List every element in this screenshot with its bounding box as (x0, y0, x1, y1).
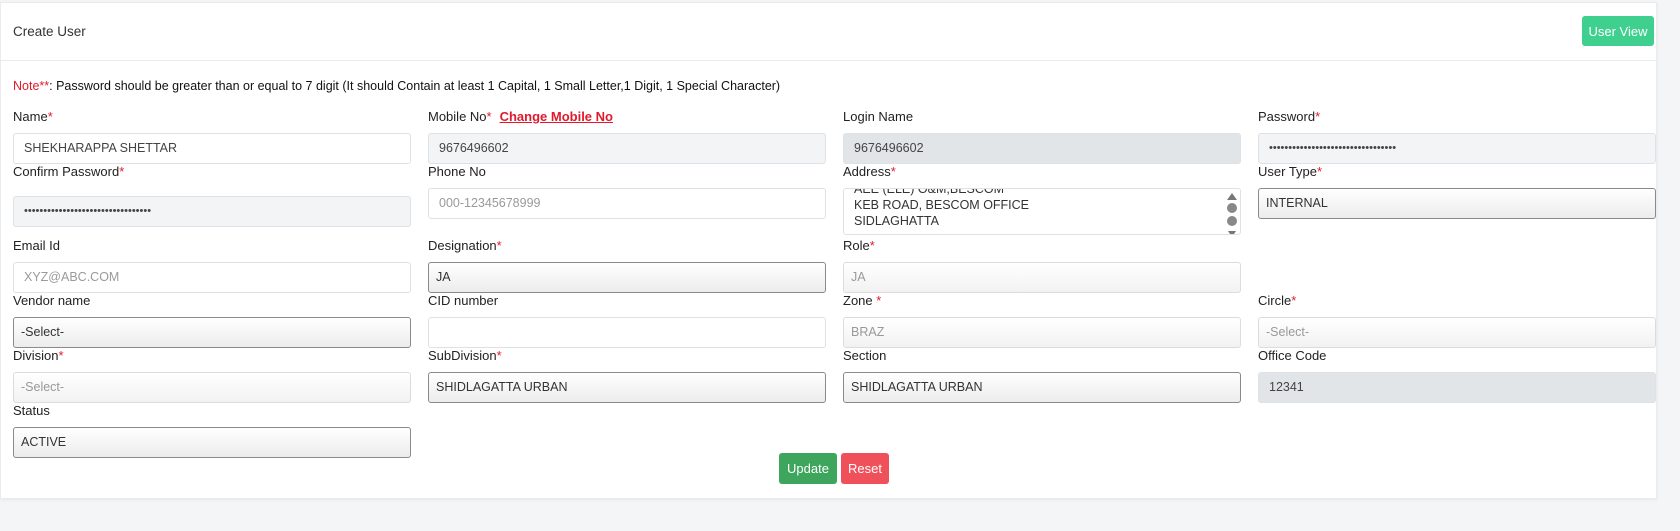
scroll-up-icon[interactable] (1227, 193, 1237, 200)
change-mobile-link[interactable]: Change Mobile No (500, 109, 613, 124)
email-label: Email Id (13, 238, 60, 253)
cid-input[interactable] (428, 317, 826, 348)
address-line: KEB ROAD, BESCOM OFFICE (854, 198, 1030, 212)
name-label: Name* (13, 109, 53, 124)
address-line: SIDLAGHATTA (854, 214, 939, 228)
zone-select: BRAZ (843, 317, 1241, 348)
name-input[interactable]: SHEKHARAPPA SHETTAR (13, 133, 411, 164)
login-name-input: 9676496602 (843, 133, 1241, 164)
address-line: AEE (ELE) O&M,BESCOM (854, 188, 1005, 196)
phone-label: Phone No (428, 164, 486, 179)
user-type-label: User Type* (1258, 164, 1323, 179)
confirm-password-label: Confirm Password* (13, 164, 125, 179)
circle-select[interactable]: -Select- (1258, 317, 1656, 348)
login-name-label: Login Name (843, 109, 914, 124)
office-code-input: 12341 (1258, 372, 1656, 403)
reset-button[interactable]: Reset (841, 453, 889, 484)
note-text: : Password should be greater than or equ… (49, 79, 781, 93)
vendor-label: Vendor name (13, 293, 91, 308)
status-select[interactable]: ACTIVE (13, 427, 411, 458)
address-textarea[interactable]: AEE (ELE) O&M,BESCOM KEB ROAD, BESCOM OFF… (843, 188, 1241, 235)
cid-label: CID number (428, 293, 499, 308)
note-prefix: Note** (13, 79, 50, 93)
designation-select[interactable]: JA (428, 262, 826, 293)
user-type-select[interactable]: INTERNAL (1258, 188, 1656, 219)
password-note: Note**: Password should be greater than … (13, 79, 780, 93)
user-view-button[interactable]: User View (1582, 16, 1654, 46)
vendor-select[interactable]: -Select- (13, 317, 411, 348)
circle-label: Circle* (1258, 293, 1297, 308)
create-user-card: Create User User View Note**: Password s… (0, 2, 1657, 499)
zone-label: Zone * (843, 293, 882, 308)
role-select: JA (843, 262, 1241, 293)
subdivision-label: SubDivision* (428, 348, 502, 363)
card-header: Create User User View (1, 3, 1656, 61)
email-input[interactable]: XYZ@ABC.COM (13, 262, 411, 293)
page-title: Create User (13, 24, 86, 39)
confirm-password-input[interactable]: ••••••••••••••••••••••••••••••••• (13, 196, 411, 227)
scroll-thumb[interactable] (1227, 216, 1237, 226)
address-label: Address* (843, 164, 896, 179)
designation-label: Designation* (428, 238, 502, 253)
user-form: Name* SHEKHARAPPA SHETTAR Mobile No* Chan… (13, 109, 1656, 458)
scroll-down-icon[interactable] (1228, 231, 1236, 234)
division-select[interactable]: -Select- (13, 372, 411, 403)
update-button[interactable]: Update (779, 453, 837, 484)
division-label: Division* (13, 348, 64, 363)
mobile-input[interactable]: 9676496602 (428, 133, 826, 164)
status-label: Status (13, 403, 50, 418)
subdivision-select[interactable]: SHIDLAGATTA URBAN (428, 372, 826, 403)
section-select[interactable]: SHIDLAGATTA URBAN (843, 372, 1241, 403)
scrollbar[interactable] (1227, 192, 1237, 234)
phone-input[interactable]: 000-12345678999 (428, 188, 826, 219)
mobile-label: Mobile No* Change Mobile No (428, 109, 613, 124)
password-label: Password* (1258, 109, 1321, 124)
password-input[interactable]: ••••••••••••••••••••••••••••••••• (1258, 133, 1656, 164)
section-label: Section (843, 348, 887, 363)
scroll-thumb[interactable] (1227, 203, 1237, 213)
role-label: Role* (843, 238, 875, 253)
office-code-label: Office Code (1258, 348, 1327, 363)
